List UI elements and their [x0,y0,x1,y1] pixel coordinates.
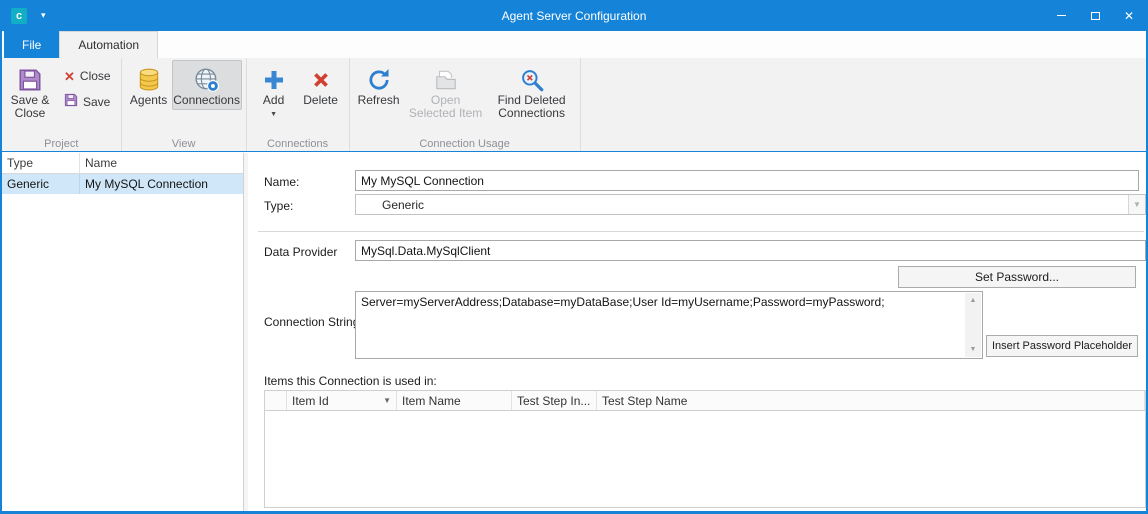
add-label: Add [263,94,284,107]
search-icon [519,66,545,94]
grid-indicator-column [265,391,287,410]
save-label: Save [83,95,110,109]
group-label-connection-usage: Connection Usage [350,138,580,150]
grid-header-test-step-in[interactable]: Test Step In... [512,391,597,410]
data-provider-label: Data Provider [264,245,337,259]
ribbon: Save & Close ✕ Close Save [2,58,1146,152]
connection-type-cell: Generic [2,174,80,194]
maximize-icon [1091,12,1100,20]
section-divider [258,231,1144,232]
save-and-close-button[interactable]: Save & Close [6,60,54,123]
find-deleted-connections-label: Find Deleted Connections [492,94,572,120]
connections-label: Connections [173,94,240,107]
connections-list-panel: Type Name Generic My MySQL Connection [2,153,244,511]
connections-list-header: Type Name [2,153,243,174]
close-project-label: Close [80,69,111,83]
add-connection-button[interactable]: Add ▼ [251,60,297,124]
name-label: Name: [264,175,299,189]
database-icon [136,66,162,94]
column-header-type[interactable]: Type [2,153,80,173]
connection-string-field: Server=myServerAddress;Database=myDataBa… [355,291,983,359]
group-label-connections: Connections [247,138,349,150]
close-x-icon: ✕ [64,70,75,83]
ribbon-group-connections: Add ▼ Delete Connections [247,58,350,151]
close-window-button[interactable]: ✕ [1112,0,1146,31]
insert-password-placeholder-button[interactable]: Insert Password Placeholder [986,335,1138,357]
agent-server-configuration-window: c ▾ Agent Server Configuration ✕ File Au… [0,0,1148,514]
group-label-view: View [122,138,246,150]
grid-header-item-id[interactable]: Item Id ▼ [287,391,397,410]
grid-header-test-step-name[interactable]: Test Step Name [597,391,1145,410]
connection-list-row-selected[interactable]: Generic My MySQL Connection [2,174,243,194]
refresh-button[interactable]: Refresh [354,60,404,110]
tab-file[interactable]: File [4,31,59,58]
combo-dropdown-icon[interactable]: ▼ [1128,195,1145,214]
ribbon-group-project: Save & Close ✕ Close Save [2,58,122,151]
type-combobox[interactable]: Generic ▼ [355,194,1146,215]
grid-header-test-step-in-label: Test Step In... [517,394,590,408]
minimize-icon [1057,15,1066,16]
save-floppy-icon [64,93,78,110]
maximize-button[interactable] [1078,0,1112,31]
quick-access-dropdown-icon[interactable]: ▾ [41,10,46,21]
connections-button[interactable]: Connections [172,60,242,110]
open-selected-item-label: Open Selected Item [408,94,484,120]
open-selected-item-button: Open Selected Item [404,60,488,123]
delete-connection-button[interactable]: Delete [297,60,345,110]
scroll-down-icon[interactable]: ▼ [965,342,981,357]
refresh-icon [366,66,392,94]
set-password-button[interactable]: Set Password... [898,266,1136,288]
name-input[interactable] [355,170,1139,191]
ribbon-group-connection-usage: Refresh Open Selected Item [350,58,581,151]
connection-string-textarea[interactable]: Server=myServerAddress;Database=myDataBa… [356,292,982,358]
grid-header-item-name[interactable]: Item Name [397,391,512,410]
ribbon-tab-row: File Automation [2,31,1146,58]
usage-grid-body [265,411,1145,507]
type-combobox-value: Generic [356,198,1128,212]
data-provider-input[interactable] [355,240,1146,261]
connection-name-cell: My MySQL Connection [80,174,243,194]
app-logo-icon[interactable]: c [11,8,27,24]
close-project-button[interactable]: ✕ Close [58,66,117,86]
content-area: Type Name Generic My MySQL Connection Na… [2,153,1146,511]
connection-string-label: Connection String [264,315,359,329]
group-label-project: Project [2,138,121,150]
usage-grid-header: Item Id ▼ Item Name Test Step In... Test… [265,391,1145,411]
grid-header-item-id-label: Item Id [292,394,329,408]
delete-label: Delete [303,94,338,107]
find-deleted-connections-button[interactable]: Find Deleted Connections [488,60,576,123]
add-dropdown-icon[interactable]: ▼ [270,108,277,121]
scroll-up-icon[interactable]: ▲ [965,293,981,308]
connection-string-scrollbar[interactable]: ▲ ▼ [965,293,981,357]
minimize-button[interactable] [1044,0,1078,31]
ribbon-group-view: Agents Connections View [122,58,247,151]
agents-label: Agents [130,94,167,107]
save-button[interactable]: Save [58,90,117,113]
usage-grid: Item Id ▼ Item Name Test Step In... Test… [264,390,1146,508]
connection-detail-panel: Name: Type: Generic ▼ Data Provider Set … [248,153,1146,511]
save-and-close-label: Save & Close [10,94,50,120]
globe-icon [194,66,220,94]
tab-automation[interactable]: Automation [59,31,158,58]
window-controls: ✕ [1044,0,1146,31]
window-title: Agent Server Configuration [2,9,1146,23]
refresh-label: Refresh [358,94,400,107]
usage-items-label: Items this Connection is used in: [264,374,437,388]
grid-header-test-step-name-label: Test Step Name [602,394,687,408]
column-header-name[interactable]: Name [80,153,243,173]
plus-icon [262,66,286,94]
titlebar: c ▾ Agent Server Configuration ✕ [2,0,1146,31]
filter-dropdown-icon[interactable]: ▼ [383,396,391,405]
type-label: Type: [264,199,293,213]
delete-x-icon [310,66,332,94]
open-item-icon [433,66,459,94]
agents-button[interactable]: Agents [126,60,172,110]
save-close-floppy-icon [18,66,42,94]
close-window-icon: ✕ [1124,9,1134,23]
grid-header-item-name-label: Item Name [402,394,461,408]
